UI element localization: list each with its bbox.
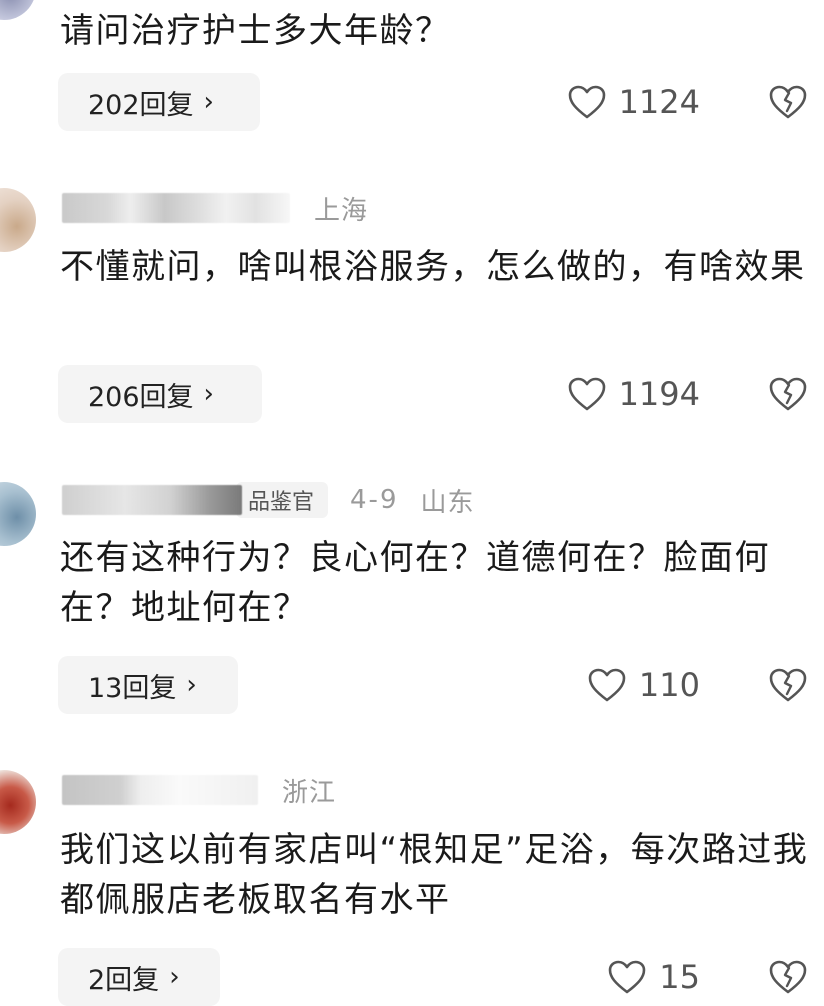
comment-text: 请问治疗护士多大年龄？	[60, 11, 451, 51]
avatar[interactable]	[0, 770, 36, 834]
dislike-button[interactable]	[768, 656, 808, 714]
location-label: 山东	[420, 487, 475, 518]
view-replies-button[interactable]: 206回复 ›	[58, 365, 262, 423]
view-replies-button[interactable]: 202回复 ›	[58, 73, 260, 131]
reply-count-label: 2回复	[88, 964, 160, 996]
avatar[interactable]	[0, 0, 36, 20]
broken-heart-icon	[769, 85, 807, 119]
chevron-right-icon: ›	[203, 87, 214, 117]
username[interactable]	[62, 485, 242, 515]
view-replies-button[interactable]: 13回复 ›	[58, 656, 238, 714]
like-button[interactable]: 1194	[567, 365, 700, 423]
heart-outline-icon	[588, 668, 626, 702]
like-button[interactable]: 110	[587, 656, 700, 714]
reply-count-label: 13回复	[88, 672, 177, 704]
reply-count-label: 206回复	[88, 381, 194, 413]
chevron-right-icon: ›	[203, 379, 214, 409]
like-count: 15	[659, 958, 700, 996]
avatar[interactable]	[0, 188, 36, 252]
date-label: 4-9	[350, 485, 399, 515]
username[interactable]	[62, 775, 258, 805]
like-count: 110	[638, 666, 700, 704]
reply-count-label: 202回复	[88, 89, 194, 121]
user-badge: 品鉴官	[236, 482, 329, 518]
comment-meta: 品鉴官 4-9 山东	[62, 482, 475, 518]
location-label: 浙江	[282, 777, 337, 808]
comment-text: 还有这种行为？良心何在？道德何在？脸面何在？地址何在？	[60, 538, 770, 628]
heart-outline-icon	[568, 377, 605, 411]
comment-text: 我们这以前有家店叫“根知足”足浴，每次路过我都佩服店老板取名有水平	[60, 830, 809, 920]
location-label: 上海	[314, 195, 369, 226]
badge-label: 品鉴官	[248, 490, 315, 515]
broken-heart-icon	[769, 377, 807, 411]
avatar[interactable]	[0, 482, 36, 546]
view-replies-button[interactable]: 2回复 ›	[58, 948, 220, 1006]
dislike-button[interactable]	[768, 365, 808, 423]
chevron-right-icon: ›	[186, 670, 197, 700]
like-count: 1124	[618, 83, 700, 121]
like-button[interactable]: 1124	[567, 73, 700, 131]
comment-text: 不懂就问，啥叫根浴服务，怎么做的，有啥效果	[60, 247, 806, 287]
comment-meta: 上海	[62, 190, 368, 226]
comment-meta: 浙江	[62, 772, 336, 808]
heart-outline-icon	[568, 85, 605, 119]
broken-heart-icon	[769, 668, 807, 702]
dislike-button[interactable]	[768, 948, 808, 1006]
like-button[interactable]: 15	[607, 948, 700, 1006]
dislike-button[interactable]	[768, 73, 808, 131]
username[interactable]	[62, 193, 290, 223]
chevron-right-icon: ›	[169, 962, 180, 992]
like-count: 1194	[618, 375, 700, 413]
